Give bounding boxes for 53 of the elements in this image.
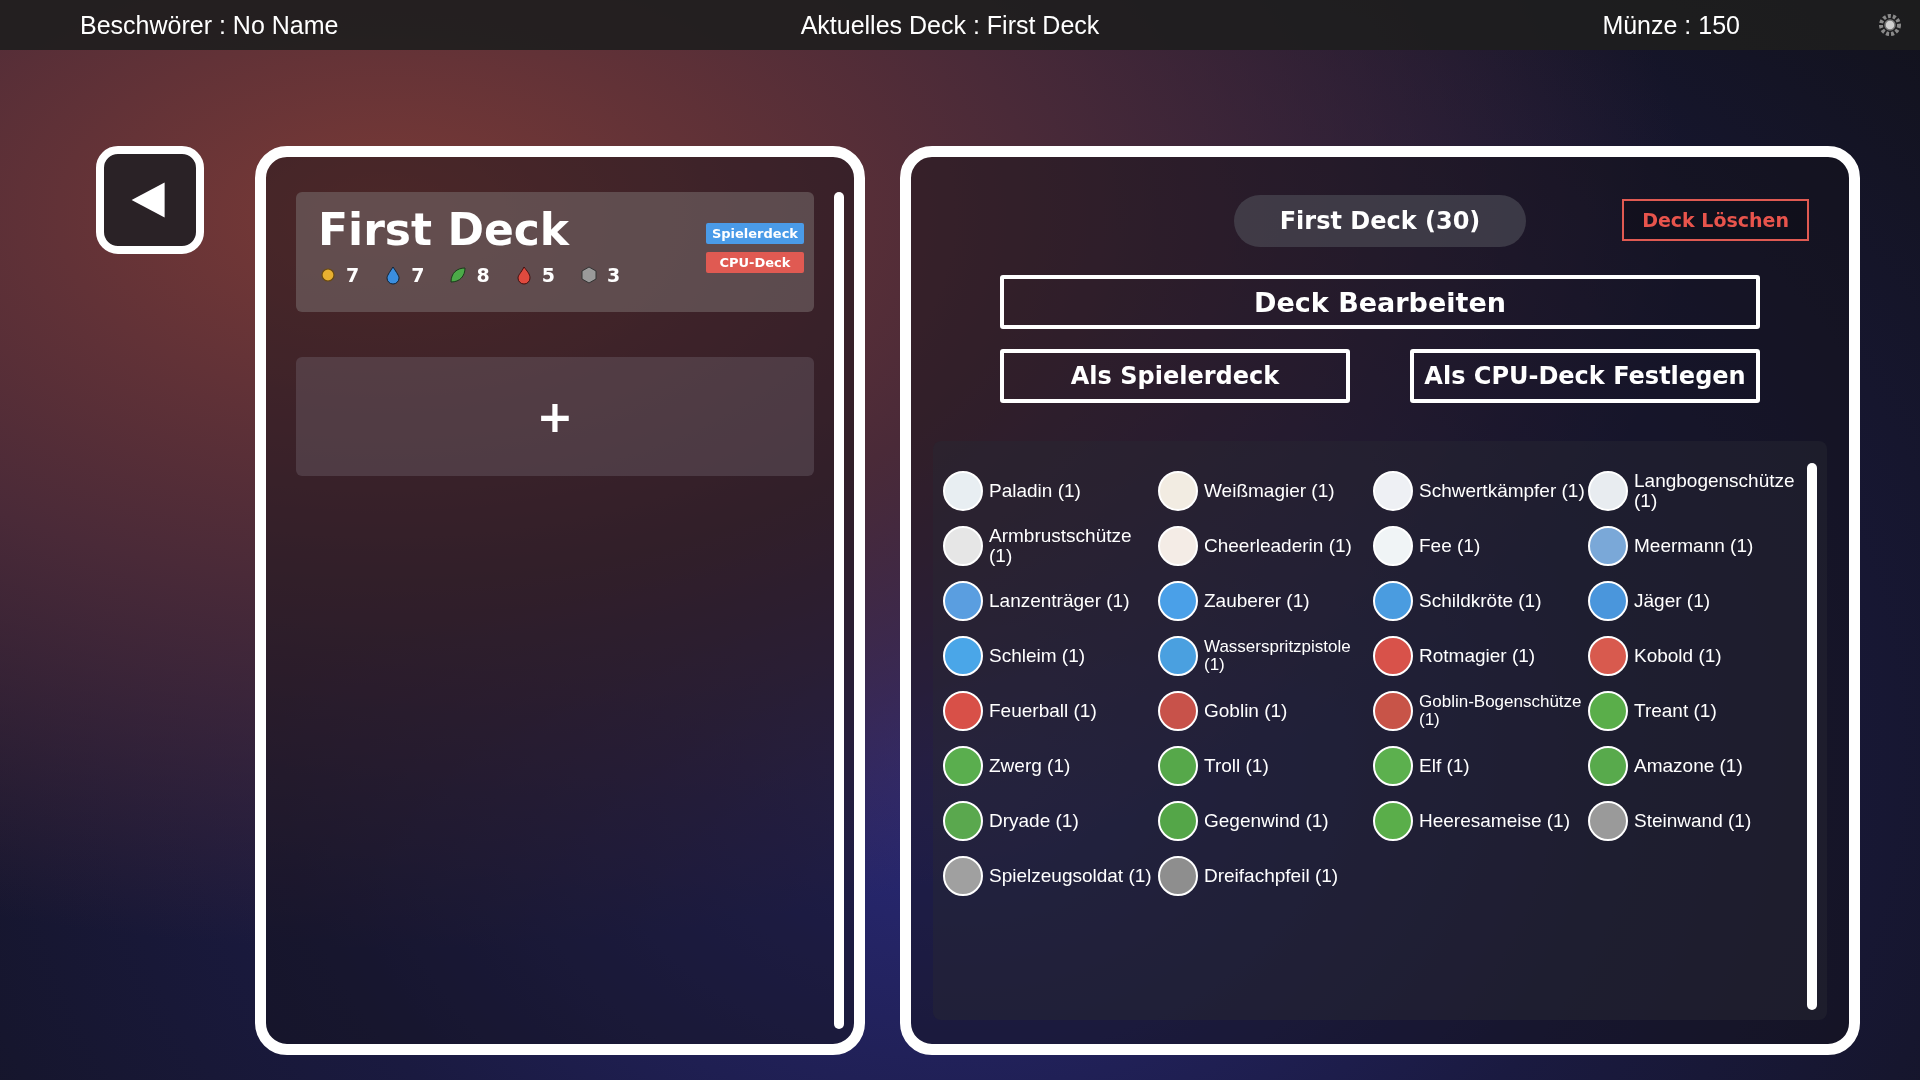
set-cpu-deck-button[interactable]: Als CPU-Deck Festlegen	[1410, 349, 1760, 403]
card-name: Cheerleaderin (1)	[1204, 535, 1352, 556]
stat-count: 3	[606, 264, 621, 287]
set-player-deck-button[interactable]: Als Spielerdeck	[1000, 349, 1350, 403]
card-name: Goblin-Bogenschütze (1)	[1419, 692, 1583, 729]
card-name: Meermann (1)	[1634, 535, 1754, 556]
card-name: Zwerg (1)	[989, 755, 1071, 776]
scrollbar[interactable]	[834, 192, 844, 1029]
settings-icon[interactable]	[1878, 13, 1902, 37]
back-button[interactable]	[96, 146, 204, 254]
card-name: Dreifachpfeil (1)	[1204, 865, 1339, 886]
card-name: Amazone (1)	[1634, 755, 1743, 776]
delete-deck-button[interactable]: Deck Löschen	[1622, 199, 1809, 241]
card-name: Schwertkämpfer (1)	[1419, 480, 1585, 501]
card-name: Troll (1)	[1204, 755, 1269, 776]
summoner-name: Beschwörer : No Name	[80, 10, 340, 40]
card-name: Schildkröte (1)	[1419, 590, 1542, 611]
card-name: Treant (1)	[1634, 700, 1717, 721]
cpu-deck-tag: CPU-Deck	[705, 252, 804, 273]
card-name: Steinwand (1)	[1634, 810, 1752, 831]
card-name: Feuerball (1)	[989, 700, 1097, 721]
deck-card[interactable]: First Deck 7 7 8 5 3 Spielerdeck CPU-Deck	[296, 192, 814, 312]
card-name: Langbogenschütze (1)	[1634, 470, 1796, 511]
card-name: Zauberer (1)	[1204, 590, 1310, 611]
current-deck-label: Aktuelles Deck : First Deck	[799, 10, 1101, 40]
card-name: Kobold (1)	[1634, 645, 1722, 666]
deck-title: First Deck	[318, 206, 571, 255]
card-name: Heeresameise (1)	[1419, 810, 1570, 831]
card-name: Gegenwind (1)	[1204, 810, 1329, 831]
coin-count: Münze : 150	[1601, 10, 1741, 40]
card-name: Spielzeugsoldat (1)	[989, 865, 1152, 886]
edit-deck-button[interactable]: Deck Bearbeiten	[1000, 275, 1760, 329]
scrollbar[interactable]	[1807, 463, 1817, 1010]
card-name: Schleim (1)	[989, 645, 1086, 666]
leaf-icon	[448, 265, 469, 286]
player-deck-tag: Spielerdeck	[705, 223, 804, 244]
card-name: Dryade (1)	[989, 810, 1079, 831]
card-name: Wasserspritzpistole (1)	[1204, 637, 1352, 674]
stat-count: 5	[541, 264, 555, 287]
card-name: Rotmagier (1)	[1419, 645, 1536, 666]
stat-count: 8	[476, 264, 490, 287]
card-name: Lanzenträger (1)	[989, 590, 1130, 611]
card-name: Armbrustschütze (1)	[989, 525, 1133, 566]
card-name: Elf (1)	[1419, 755, 1470, 776]
add-deck-button[interactable]: +	[296, 357, 814, 476]
card-name: Jäger (1)	[1634, 590, 1711, 611]
card-name: Weißmagier (1)	[1204, 480, 1335, 501]
deck-name-title: First Deck (30)	[1233, 195, 1527, 247]
card-name: Paladin (1)	[989, 480, 1081, 501]
card-name: Goblin (1)	[1204, 700, 1288, 721]
stat-count: 7	[411, 264, 425, 287]
stat-count: 7	[346, 264, 360, 287]
card-name: Fee (1)	[1419, 535, 1481, 556]
